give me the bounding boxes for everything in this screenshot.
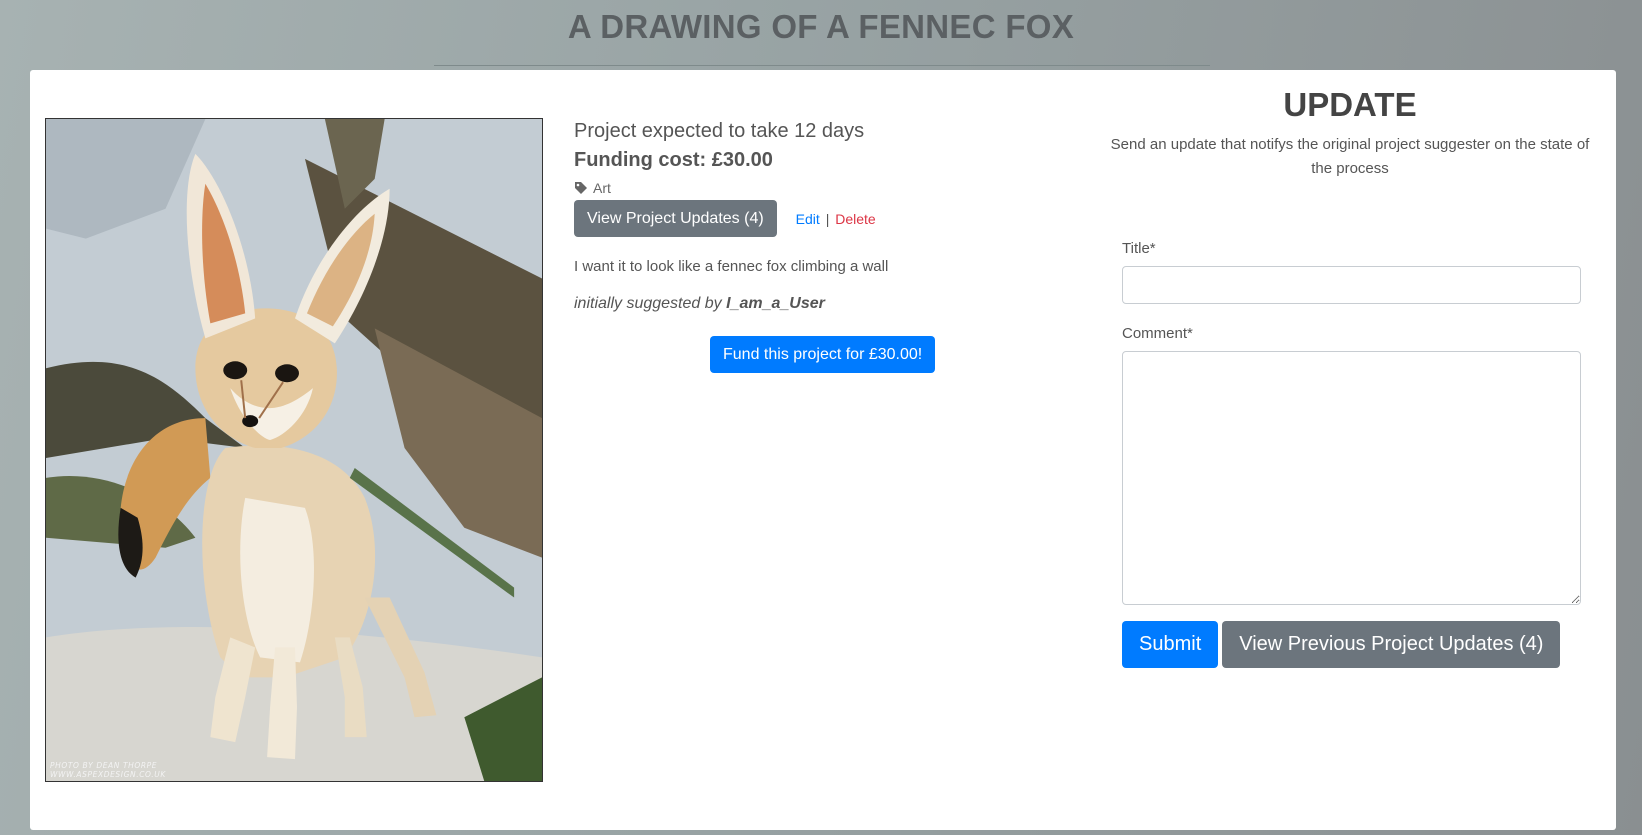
delete-link[interactable]: Delete <box>835 211 875 227</box>
view-project-updates-button[interactable]: View Project Updates (4) <box>574 200 777 237</box>
form-actions: Submit View Previous Project Updates (4) <box>1122 621 1581 668</box>
title-label: Title* <box>1122 240 1156 257</box>
fennec-fox-illustration <box>46 119 542 781</box>
suggester-username: I_am_a_User <box>726 295 825 312</box>
photo-credit-line-1: PHOTO BY DEAN THORPE <box>50 761 158 770</box>
project-details: Project expected to take 12 days Funding… <box>574 120 1074 313</box>
fund-section: Fund this project for £30.00! <box>710 336 936 373</box>
project-photo: PHOTO BY DEAN THORPE WWW.ASPEXDESIGN.CO.… <box>45 118 543 782</box>
title-divider <box>434 65 1210 66</box>
title-input[interactable] <box>1122 266 1581 304</box>
photo-credit-line-2: WWW.ASPEXDESIGN.CO.UK <box>50 770 166 779</box>
tag-icon <box>575 182 587 194</box>
link-separator: | <box>825 210 830 227</box>
fund-project-button[interactable]: Fund this project for £30.00! <box>710 336 936 373</box>
tag-label[interactable]: Art <box>593 180 611 196</box>
submit-button[interactable]: Submit <box>1122 621 1219 668</box>
edit-link[interactable]: Edit <box>796 211 820 227</box>
project-tag: Art <box>574 180 1074 196</box>
suggested-by-prefix: initially suggested by <box>574 295 722 312</box>
project-description: I want it to look like a fennec fox clim… <box>574 258 889 275</box>
update-description: Send an update that notifys the original… <box>1110 136 1590 177</box>
page-title: A DRAWING OF A FENNEC FOX <box>567 8 1075 45</box>
suggested-by: initially suggested by I_am_a_User <box>574 295 1074 313</box>
update-panel: UPDATE Send an update that notifys the o… <box>1106 86 1594 181</box>
edit-delete-links: Edit | Delete <box>796 211 876 227</box>
update-heading: UPDATE <box>1283 86 1417 123</box>
view-previous-updates-button[interactable]: View Previous Project Updates (4) <box>1222 621 1561 668</box>
comment-label: Comment* <box>1122 325 1193 342</box>
funding-cost: Funding cost: £30.00 <box>574 149 773 171</box>
update-form: Title* Comment* Submit View Previous Pro… <box>1122 240 1581 668</box>
comment-textarea[interactable] <box>1122 351 1581 605</box>
photo-credit: PHOTO BY DEAN THORPE WWW.ASPEXDESIGN.CO.… <box>50 761 166 779</box>
project-actions: View Project Updates (4) Edit | Delete <box>574 200 1074 237</box>
project-duration: Project expected to take 12 days <box>574 120 865 142</box>
